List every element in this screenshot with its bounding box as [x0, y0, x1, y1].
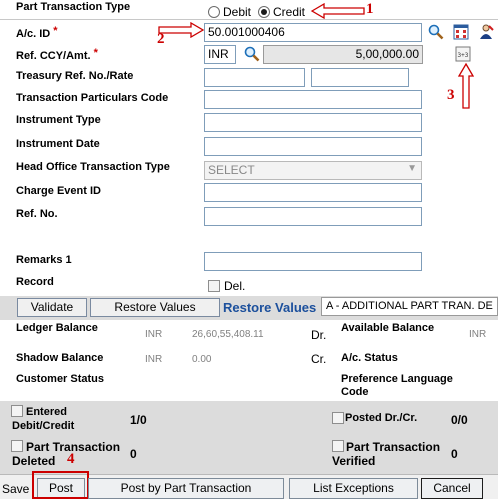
- calculator-icon[interactable]: 3+3: [454, 45, 472, 63]
- head-office-label: Head Office Transaction Type: [16, 161, 170, 173]
- posted-checkbox[interactable]: [332, 412, 344, 424]
- annotation-arrow-1-icon: [310, 3, 365, 19]
- debit-radio[interactable]: [208, 6, 220, 18]
- account-details-icon[interactable]: [452, 23, 470, 41]
- entered-value: 1/0: [130, 413, 147, 427]
- debit-radio-label: Debit: [223, 5, 252, 19]
- shadow-drcr: Cr.: [311, 352, 327, 366]
- ledger-balance-label: Ledger Balance: [16, 322, 98, 334]
- head-office-select-value: SELECT: [208, 163, 255, 177]
- validate-button[interactable]: Validate: [17, 298, 87, 317]
- pt-verified-value: 0: [451, 447, 458, 461]
- search-icon[interactable]: [427, 23, 445, 41]
- pt-verified-label: Part Transaction Verified: [332, 440, 441, 468]
- post-highlight-box: [32, 471, 89, 499]
- tran-particulars-label: Transaction Particulars Code: [16, 92, 169, 104]
- ledger-drcr: Dr.: [311, 328, 327, 342]
- part-tran-type-label: Part Transaction Type: [16, 1, 131, 13]
- annotation-arrow-2-icon: [158, 22, 205, 38]
- shadow-amount: 0.00: [192, 354, 212, 365]
- charge-event-input[interactable]: [204, 183, 422, 202]
- ledger-ccy: INR: [145, 329, 163, 340]
- annotation-number-1: 1: [366, 1, 374, 17]
- ledger-amount: 26,60,55,408.11: [192, 329, 264, 340]
- posted-value: 0/0: [451, 413, 468, 427]
- annotation-number-4: 4: [67, 451, 75, 467]
- treasury-ref-input[interactable]: [204, 68, 305, 87]
- ref-ccy-label: Ref. CCY/Amt. *: [16, 47, 98, 62]
- top-divider: [0, 19, 498, 20]
- ref-no-input[interactable]: [204, 207, 422, 226]
- post-by-part-tran-button[interactable]: Post by Part Transaction: [88, 478, 284, 499]
- del-checkbox[interactable]: [208, 280, 220, 292]
- annotation-arrow-3-icon: [458, 62, 474, 109]
- ac-id-input[interactable]: 50.001000406: [204, 23, 422, 42]
- svg-text:3+3: 3+3: [458, 52, 469, 59]
- annotation-number-3: 3: [447, 87, 455, 103]
- pref-lang-label: Preference Language Code: [341, 373, 453, 398]
- shadow-balance-label: Shadow Balance: [16, 352, 104, 364]
- del-label: Del.: [224, 279, 246, 293]
- posted-label: Posted Dr./Cr.: [345, 412, 418, 424]
- instrument-type-label: Instrument Type: [16, 114, 101, 126]
- customer-status-label: Customer Status: [16, 373, 105, 385]
- entered-label: Entered Debit/Credit: [12, 406, 75, 432]
- ac-status-label: A/c. Status: [341, 352, 398, 364]
- charge-event-label: Charge Event ID: [16, 185, 101, 197]
- customer-icon[interactable]: [477, 23, 495, 41]
- ac-id-label: A/c. ID *: [16, 25, 58, 40]
- instrument-date-label: Instrument Date: [16, 138, 100, 150]
- available-balance-label: Available Balance: [341, 322, 435, 334]
- ccy-search-icon[interactable]: [243, 45, 261, 63]
- treasury-rate-input[interactable]: [311, 68, 409, 87]
- head-office-select[interactable]: SELECT ▼: [204, 161, 422, 180]
- part-tran-dropdown[interactable]: A - ADDITIONAL PART TRAN. DE: [321, 297, 498, 316]
- amount-input[interactable]: 5,00,000.00: [263, 45, 423, 64]
- remarks-input[interactable]: [204, 252, 422, 271]
- restore-values-link[interactable]: Restore Values: [223, 300, 316, 315]
- credit-radio-label: Credit: [273, 5, 306, 19]
- ccy-input[interactable]: INR: [204, 45, 236, 64]
- available-ccy: INR: [469, 329, 487, 340]
- instrument-date-input[interactable]: [204, 137, 422, 156]
- list-exceptions-button[interactable]: List Exceptions: [289, 478, 418, 499]
- restore-values-button[interactable]: Restore Values: [90, 298, 220, 317]
- tran-particulars-input[interactable]: [204, 90, 422, 109]
- shadow-ccy: INR: [145, 354, 163, 365]
- pt-deleted-value: 0: [130, 447, 137, 461]
- ref-no-label: Ref. No.: [16, 208, 58, 220]
- record-label: Record: [16, 276, 54, 288]
- save-button[interactable]: Save: [2, 482, 29, 496]
- instrument-type-input[interactable]: [204, 113, 422, 132]
- chevron-down-icon: ▼: [407, 163, 417, 174]
- remarks-label: Remarks 1: [16, 254, 72, 266]
- treasury-label: Treasury Ref. No./Rate: [16, 70, 134, 82]
- cancel-button[interactable]: Cancel: [421, 478, 483, 499]
- credit-radio[interactable]: [258, 6, 270, 18]
